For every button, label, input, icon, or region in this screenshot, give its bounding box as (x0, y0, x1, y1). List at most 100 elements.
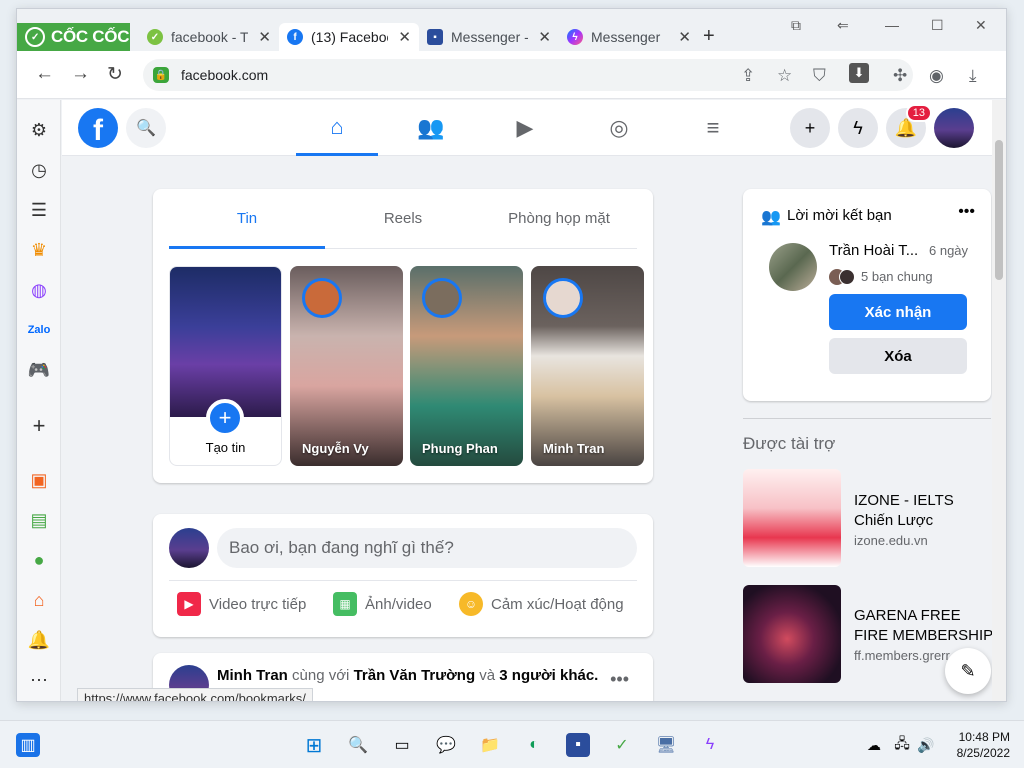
post-author-link[interactable]: Minh Tran (217, 667, 288, 684)
live-video-button[interactable]: ▶ Video trực tiếp (177, 592, 306, 616)
photo-video-button[interactable]: ▦ Ảnh/video (333, 592, 432, 616)
file-explorer-icon[interactable]: 📁 (478, 733, 502, 757)
remote-desktop-icon[interactable]: 🖥 (654, 733, 678, 757)
shield-icon[interactable]: ⛉ (813, 66, 826, 86)
coupon-500-icon[interactable]: ▤ (27, 508, 51, 532)
friend-requests-more-icon[interactable]: ••• (958, 203, 975, 221)
coccoc-news-icon[interactable]: ● (27, 548, 51, 572)
messenger-tab-icon: ϟ (567, 29, 583, 45)
browser-tab-4[interactable]: ϟ Messenger ✕ (559, 23, 699, 51)
teams-chat-icon[interactable]: 💬 (434, 733, 458, 757)
ad-title[interactable]: GARENA FREE FIRE MEMBERSHIP (854, 606, 992, 646)
back-icon[interactable]: ← (35, 63, 54, 85)
facebook-logo-icon[interactable]: f (78, 108, 118, 148)
reload-icon[interactable]: ↻ (107, 63, 123, 86)
close-tab-icon[interactable]: ✕ (258, 28, 271, 46)
clock[interactable]: 10:48 PM 8/25/2022 (957, 729, 1010, 761)
delete-button[interactable]: Xóa (829, 338, 967, 374)
tray-cloud-icon[interactable]: ☁ (862, 733, 886, 757)
edge-icon[interactable]: ◐ (522, 733, 546, 757)
settings-gear-icon[interactable]: ⚙ (27, 118, 51, 142)
composer-avatar[interactable] (169, 528, 209, 568)
coccoc-menu-button[interactable]: ✓ CỐC CỐC (17, 23, 130, 51)
nav-groups-icon[interactable]: ◎ (578, 100, 660, 156)
forward-icon[interactable]: → (71, 63, 90, 85)
search-icon[interactable]: 🔍 (126, 108, 166, 148)
messenger-sidebar-icon[interactable]: ◍ (27, 278, 51, 302)
story-card[interactable]: Phung Phan (410, 266, 523, 466)
downloads-icon[interactable]: ⤓ (969, 66, 977, 86)
shopping-icon[interactable]: ⌂ (27, 588, 51, 612)
post-more-icon[interactable]: ••• (610, 669, 629, 690)
coccoc-taskbar-icon[interactable]: ✓ (610, 733, 634, 757)
create-plus-icon[interactable]: + (790, 108, 830, 148)
notifications-icon[interactable]: 🔔 13 (886, 104, 932, 148)
scrollbar-thumb[interactable] (995, 140, 1003, 280)
page-scrollbar[interactable] (992, 100, 1006, 701)
profile-icon[interactable]: ◉ (929, 66, 944, 86)
nav-menu-icon[interactable]: ≡ (672, 100, 754, 156)
more-options-icon[interactable]: ⋯ (27, 668, 51, 692)
tagged-person-link[interactable]: Trần Văn Trường (354, 667, 476, 684)
tab-stories[interactable]: Tin (169, 189, 325, 249)
nav-friends-icon[interactable]: 👥 (390, 100, 472, 156)
crown-icon[interactable]: ♛ (27, 238, 51, 262)
restore-layout-icon[interactable]: ⇐ (837, 17, 849, 34)
history-icon[interactable]: ◷ (27, 158, 51, 182)
ad-image[interactable] (743, 585, 841, 683)
requester-name[interactable]: Trần Hoài T... (829, 242, 918, 259)
tab-rooms[interactable]: Phòng họp mặt (481, 189, 637, 248)
add-sidebar-app-icon[interactable]: + (27, 413, 51, 438)
composer-input[interactable]: Bao ơi, bạn đang nghĩ gì thế? (217, 528, 637, 568)
store-icon[interactable]: ▪ (566, 733, 590, 757)
account-avatar[interactable] (934, 108, 974, 148)
messenger-taskbar-icon[interactable]: ϟ (698, 733, 722, 757)
create-story-card[interactable]: + Tạo tin (169, 266, 282, 466)
notifications-bell-icon[interactable]: 🔔 (27, 628, 51, 652)
zalo-icon[interactable]: Zalo (27, 318, 51, 342)
add-story-icon[interactable]: + (206, 399, 244, 437)
extensions-icon[interactable]: ✣ (893, 66, 907, 86)
address-bar[interactable]: 🔒 facebook.com (143, 59, 913, 91)
new-message-edit-icon[interactable]: ✎ (945, 648, 991, 694)
others-link[interactable]: 3 người khác. (499, 667, 598, 684)
story-name: Nguyễn Vy (302, 441, 369, 456)
bookmark-star-icon[interactable]: ☆ (777, 66, 792, 86)
maximize-button[interactable]: ☐ (931, 17, 944, 34)
messenger-icon[interactable]: ϟ (838, 108, 878, 148)
requester-avatar[interactable] (769, 243, 817, 291)
story-card[interactable]: Nguyễn Vy (290, 266, 403, 466)
tab-search-icon[interactable]: ⧉ (791, 17, 801, 34)
tab-title: Messenger - (451, 29, 529, 45)
widgets-icon[interactable]: ▥ (16, 733, 40, 757)
reading-list-icon[interactable]: ☰ (27, 198, 51, 222)
share-icon[interactable]: ⇪ (741, 66, 755, 86)
secure-site-icon[interactable]: 🔒 (153, 67, 169, 83)
task-view-icon[interactable]: ▭ (390, 733, 414, 757)
confirm-button[interactable]: Xác nhận (829, 294, 967, 330)
ad-image[interactable] (743, 469, 841, 567)
search-taskbar-icon[interactable]: 🔍 (346, 733, 370, 757)
start-windows-icon[interactable]: ⊞ (302, 733, 326, 757)
browser-tab-3[interactable]: ▪ Messenger - ✕ (419, 23, 559, 51)
network-icon[interactable]: 🖧 (890, 733, 914, 757)
close-tab-icon[interactable]: ✕ (398, 28, 411, 46)
browser-tab-2[interactable]: f (13) Faceboo ✕ (279, 23, 419, 51)
gamepad-icon[interactable]: 🎮 (27, 358, 51, 382)
feeling-activity-button[interactable]: ☺ Cảm xúc/Hoạt động (459, 592, 624, 616)
browser-tab-1[interactable]: ✓ facebook - T ✕ (139, 23, 279, 51)
nav-home-icon[interactable]: ⌂ (296, 100, 378, 156)
photo-icon: ▦ (333, 592, 357, 616)
nav-watch-icon[interactable]: ▶ (484, 100, 566, 156)
close-window-button[interactable]: ✕ (975, 17, 987, 34)
close-tab-icon[interactable]: ✕ (538, 28, 551, 46)
download-page-icon[interactable]: ⬇ (849, 63, 869, 83)
story-card[interactable]: Minh Tran (531, 266, 644, 466)
new-tab-button[interactable]: + (703, 25, 715, 48)
minimize-button[interactable]: — (885, 17, 899, 33)
close-tab-icon[interactable]: ✕ (678, 28, 691, 46)
shopee-99-icon[interactable]: ▣ (27, 468, 51, 492)
ad-title[interactable]: IZONE - IELTS Chiến Lược (854, 491, 992, 531)
volume-icon[interactable]: 🔊 (914, 733, 938, 757)
tab-reels[interactable]: Reels (325, 189, 481, 248)
